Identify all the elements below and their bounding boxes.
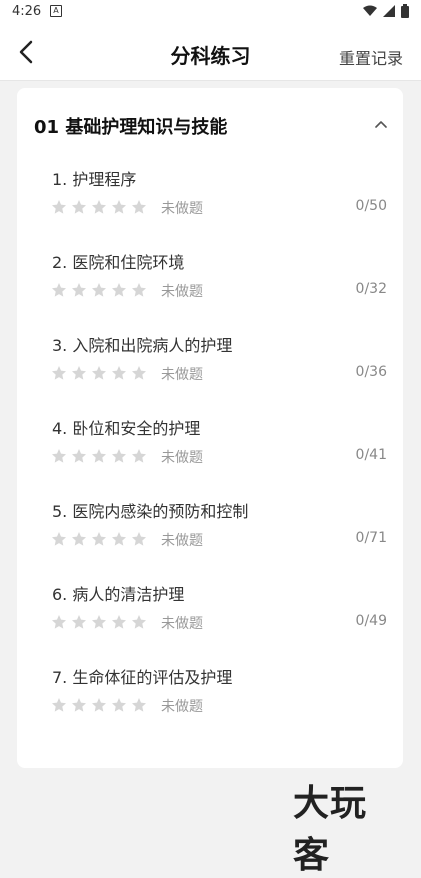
item-progress: 0/32 <box>355 281 387 297</box>
item-status: 未做题 <box>161 201 203 217</box>
difficulty-stars <box>51 531 147 547</box>
item-title: 4. 卧位和安全的护理 <box>52 419 201 438</box>
star-icon <box>52 532 66 546</box>
star-icon <box>132 698 146 712</box>
difficulty-stars <box>51 448 147 464</box>
star-icon <box>52 283 66 297</box>
item-title: 5. 医院内感染的预防和控制 <box>52 502 249 521</box>
list-item[interactable]: 4. 卧位和安全的护理未做题 0/41 <box>17 415 403 491</box>
star-icon <box>52 615 66 629</box>
status-icons <box>363 4 409 18</box>
difficulty-stars <box>51 365 147 381</box>
star-icon <box>92 615 106 629</box>
star-icon <box>72 698 86 712</box>
battery-icon <box>401 4 409 18</box>
item-status: 未做题 <box>161 699 203 715</box>
difficulty-stars <box>51 199 147 215</box>
item-progress: 0/50 <box>355 198 387 214</box>
item-status: 未做题 <box>161 533 203 549</box>
star-icon <box>112 449 126 463</box>
item-status: 未做题 <box>161 367 203 383</box>
item-title: 7. 生命体征的评估及护理 <box>52 668 233 687</box>
star-icon <box>112 698 126 712</box>
star-icon <box>132 200 146 214</box>
star-icon <box>92 698 106 712</box>
reset-records-button[interactable]: 重置记录 <box>339 45 403 69</box>
star-icon <box>112 532 126 546</box>
star-icon <box>72 449 86 463</box>
item-status: 未做题 <box>161 450 203 466</box>
star-icon <box>112 615 126 629</box>
star-icon <box>92 532 106 546</box>
list-item[interactable]: 7. 生命体征的评估及护理未做题 <box>17 664 403 740</box>
subject-card: 01 基础护理知识与技能 1. 护理程序 未做题 0/50 2. 医院和住院环境 未做题… <box>17 88 403 876</box>
star-icon <box>92 283 106 297</box>
star-icon <box>52 449 66 463</box>
list-item[interactable]: 2. 医院和住院环境未做题 0/32 <box>17 249 403 325</box>
list-item[interactable]: 3. 入院和出院病人的护理未做题 0/36 <box>17 332 403 408</box>
star-icon <box>52 698 66 712</box>
item-progress: 0/41 <box>355 447 387 463</box>
star-icon <box>132 449 146 463</box>
star-icon <box>132 283 146 297</box>
star-icon <box>72 532 86 546</box>
list-item[interactable]: 5. 医院内感染的预防和控制未做题 0/71 <box>17 498 403 574</box>
star-icon <box>52 366 66 380</box>
item-progress: 0/36 <box>355 364 387 380</box>
item-status: 未做题 <box>161 616 203 632</box>
wifi-icon <box>363 5 377 16</box>
status-bar: 4:26 A <box>0 0 421 24</box>
star-icon <box>72 615 86 629</box>
star-icon <box>92 366 106 380</box>
star-icon <box>72 366 86 380</box>
star-icon <box>132 366 146 380</box>
difficulty-stars <box>51 614 147 630</box>
watermark-logo: 大玩客 <box>293 782 368 876</box>
nav-bar: 分科练习 重置记录 <box>0 24 421 81</box>
item-title: 6. 病人的清洁护理 <box>52 585 185 604</box>
item-title: 1. 护理程序 <box>52 170 137 189</box>
item-progress: 0/49 <box>355 613 387 629</box>
app-notification-icon: A <box>50 5 62 17</box>
difficulty-stars <box>51 282 147 298</box>
star-icon <box>72 200 86 214</box>
list-item[interactable]: 6. 病人的清洁护理未做题 0/49 <box>17 581 403 657</box>
star-icon <box>92 449 106 463</box>
section-header[interactable]: 01 基础护理知识与技能 <box>17 88 403 158</box>
difficulty-stars <box>51 697 147 713</box>
status-time: 4:26 <box>12 4 42 19</box>
star-icon <box>112 200 126 214</box>
star-icon <box>52 200 66 214</box>
section-title: 01 基础护理知识与技能 <box>34 117 228 138</box>
star-icon <box>112 366 126 380</box>
star-icon <box>132 615 146 629</box>
star-icon <box>92 200 106 214</box>
item-progress: 0/71 <box>355 530 387 546</box>
item-title: 2. 医院和住院环境 <box>52 253 185 272</box>
star-icon <box>132 532 146 546</box>
list-item[interactable]: 1. 护理程序未做题 0/50 <box>17 166 403 242</box>
chevron-up-icon[interactable] <box>373 116 389 132</box>
item-title: 3. 入院和出院病人的护理 <box>52 336 233 355</box>
item-status: 未做题 <box>161 284 203 300</box>
star-icon <box>112 283 126 297</box>
signal-icon <box>383 5 395 17</box>
star-icon <box>72 283 86 297</box>
